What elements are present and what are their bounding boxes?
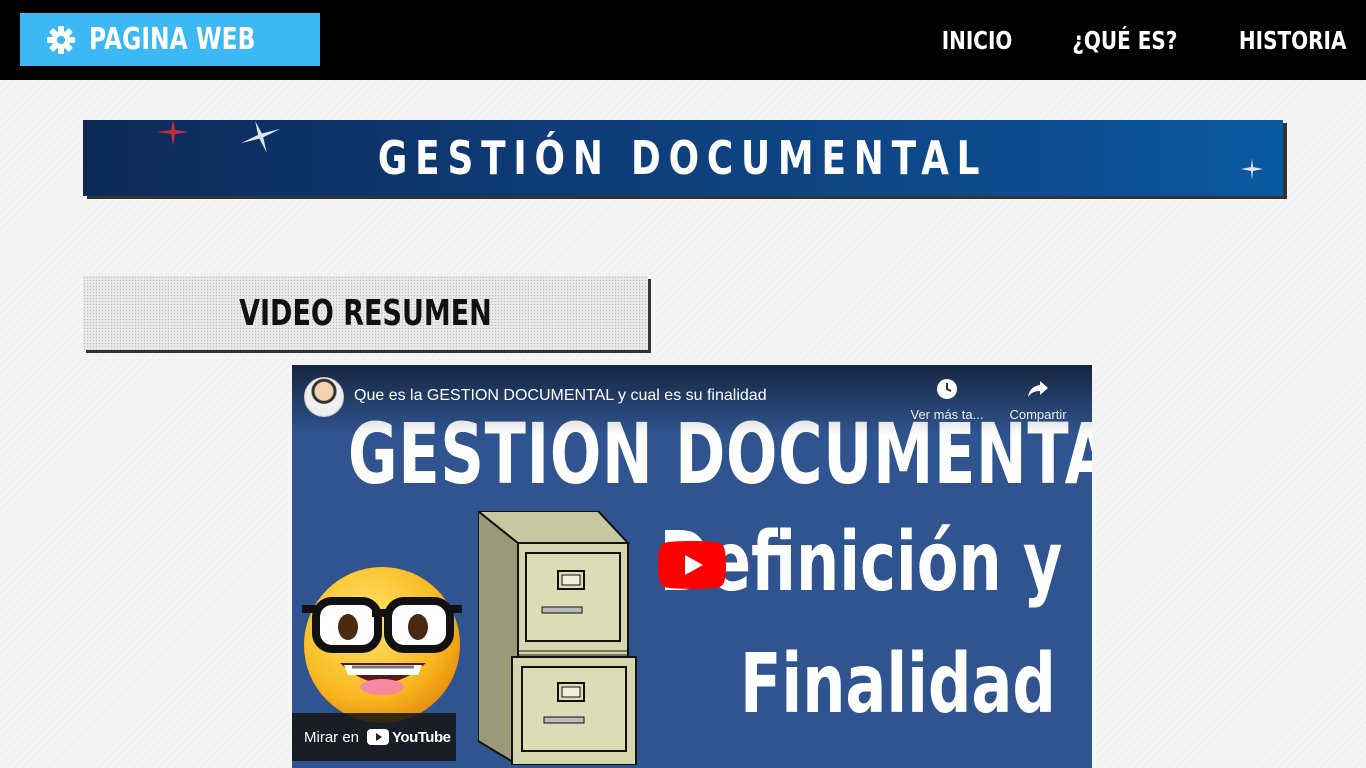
watch-later-label: Ver más ta... (910, 407, 984, 422)
play-button[interactable] (658, 541, 726, 589)
clock-icon (937, 379, 957, 399)
watch-later-button[interactable]: Ver más ta... (907, 377, 987, 422)
youtube-logo: YouTube (367, 728, 451, 746)
watch-on-youtube-button[interactable]: Mirar en YouTube (292, 713, 456, 761)
thumbnail-line-2: Finalidad (740, 637, 1056, 732)
watch-on-label: Mirar en (304, 728, 360, 746)
site-logo[interactable]: PAGINA WEB (20, 13, 320, 66)
page-title-banner: GESTIÓN DOCUMENTAL (83, 120, 1283, 196)
share-label: Compartir (1009, 407, 1067, 422)
youtube-embed[interactable]: GESTION DOCUMENTAL Definición y Finalida… (292, 365, 1092, 768)
youtube-play-icon (367, 729, 390, 745)
logo-text: PAGINA WEB (89, 22, 256, 57)
nerd-emoji-illustration (302, 567, 462, 723)
page-title: GESTIÓN DOCUMENTAL (378, 131, 988, 185)
video-title-link[interactable]: Que es la GESTION DOCUMENTAL y cual es s… (354, 387, 767, 405)
top-navbar: PAGINA WEB INICIO ¿QUÉ ES? HISTORIA (0, 0, 1366, 80)
share-button[interactable]: Compartir (998, 377, 1078, 422)
nav-item-historia[interactable]: HISTORIA (1238, 26, 1346, 55)
nav-item-que-es[interactable]: ¿QUÉ ES? (1072, 26, 1177, 55)
section-heading: VIDEO RESUMEN (239, 292, 492, 334)
gear-icon (45, 24, 77, 56)
youtube-wordmark: YouTube (392, 728, 451, 746)
share-arrow-icon (1028, 381, 1048, 397)
channel-avatar[interactable] (304, 377, 344, 417)
nav-item-inicio[interactable]: INICIO (941, 26, 1012, 55)
section-heading-box: VIDEO RESUMEN (83, 276, 648, 350)
filing-cabinet-illustration (478, 511, 637, 765)
main-nav: INICIO ¿QUÉ ES? HISTORIA (890, 0, 1346, 80)
